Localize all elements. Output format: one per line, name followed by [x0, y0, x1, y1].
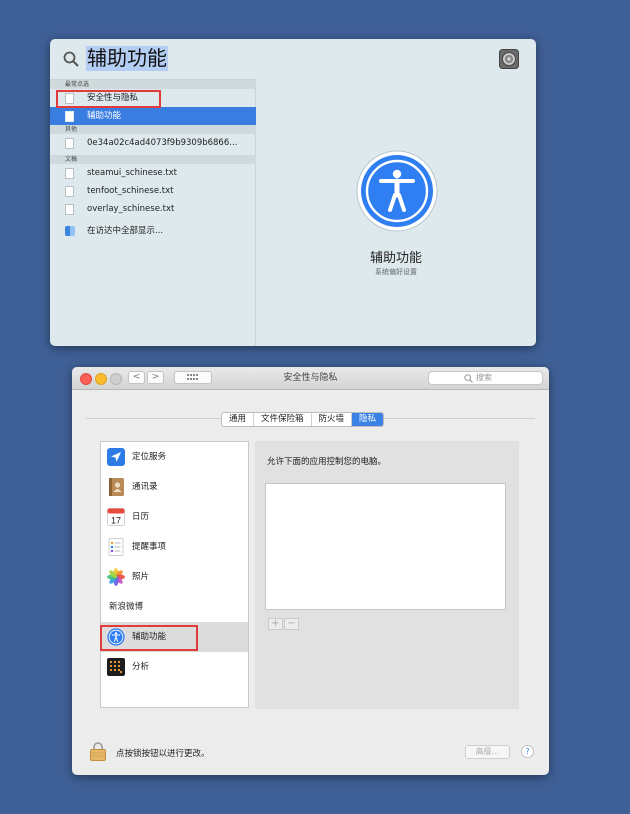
lock-icon[interactable]: [90, 741, 106, 761]
category-analytics[interactable]: 分析: [101, 652, 248, 682]
remove-app-button[interactable]: −: [284, 618, 299, 630]
category-calendar[interactable]: 17 日历: [101, 502, 248, 532]
analytics-icon: [107, 658, 125, 676]
advanced-button[interactable]: 高级...: [465, 745, 510, 759]
preview-subtitle: 系统偏好设置: [375, 268, 417, 276]
lock-hint-text: 点按锁按钮以进行更改。: [116, 749, 210, 759]
category-location-services[interactable]: 定位服务: [101, 442, 248, 472]
result-label: 辅助功能: [87, 111, 122, 121]
document-icon: [65, 186, 74, 197]
contacts-book-icon: [109, 478, 124, 496]
category-label: 新浪微博: [109, 602, 144, 612]
tab-bar: 通用 文件保险箱 防火墙 隐私: [221, 412, 385, 427]
result-security-privacy[interactable]: 安全性与隐私: [50, 89, 256, 107]
result-label: 在访达中全部显示...: [87, 226, 164, 236]
tab-privacy[interactable]: 隐私: [352, 413, 384, 426]
document-icon: [65, 168, 74, 179]
result-label: 0e34a02c4ad4073f9b9309b6866...: [87, 138, 238, 148]
result-hash-file[interactable]: 0e34a02c4ad4073f9b9309b6866...: [50, 134, 256, 152]
accessibility-icon: [107, 628, 125, 646]
search-icon: [464, 374, 473, 383]
location-arrow-icon: [107, 448, 125, 466]
group-header-documents: 文稿: [50, 155, 256, 164]
calendar-day: 17: [111, 516, 121, 526]
result-accessibility[interactable]: 辅助功能: [50, 107, 256, 125]
spotlight-results-list: 最常点选 安全性与隐私 辅助功能 其他 0e34a02c4ad4073f9b93…: [50, 79, 256, 346]
spotlight-search-bar: 辅助功能: [50, 39, 536, 79]
group-header-other: 其他: [50, 125, 256, 134]
search-placeholder: 搜索: [476, 373, 492, 382]
help-button[interactable]: ?: [521, 745, 534, 758]
category-label: 照片: [132, 572, 150, 582]
preview-title: 辅助功能: [369, 251, 422, 266]
result-label: steamui_schinese.txt: [87, 168, 178, 178]
spotlight-preview-pane: 辅助功能 系统偏好设置: [256, 79, 536, 346]
accessibility-icon: [356, 150, 438, 232]
system-preferences-gear-icon: [499, 49, 519, 69]
category-accessibility[interactable]: 辅助功能: [101, 622, 248, 652]
privacy-category-list: 定位服务 通讯录 17 日历 提醒事项 照片 新浪微博 辅助功能 分析: [100, 441, 249, 708]
category-label: 定位服务: [132, 452, 167, 462]
category-label: 日历: [132, 512, 150, 522]
document-icon: [65, 204, 74, 215]
category-label: 辅助功能: [132, 632, 167, 642]
prefpane-icon: [65, 111, 74, 122]
result-steamui[interactable]: steamui_schinese.txt: [50, 164, 256, 182]
category-label: 通讯录: [132, 482, 158, 492]
category-photos[interactable]: 照片: [101, 562, 248, 592]
tab-general[interactable]: 通用: [222, 413, 255, 426]
result-show-all-in-finder[interactable]: 在访达中全部显示...: [50, 222, 256, 240]
app-permission-pane: 允许下面的应用控制您的电脑。 + −: [255, 441, 519, 709]
category-label: 分析: [132, 662, 150, 672]
spotlight-query-input[interactable]: 辅助功能: [86, 46, 168, 71]
result-label: overlay_schinese.txt: [87, 204, 175, 214]
category-contacts[interactable]: 通讯录: [101, 472, 248, 502]
finder-icon: [65, 226, 75, 236]
result-tenfoot[interactable]: tenfoot_schinese.txt: [50, 182, 256, 200]
title-bar: < > 安全性与隐私 搜索: [72, 367, 549, 390]
category-reminders[interactable]: 提醒事项: [101, 532, 248, 562]
photos-icon: [107, 568, 125, 586]
search-input[interactable]: 搜索: [428, 371, 543, 385]
result-label: 安全性与隐私: [87, 93, 139, 103]
reminders-icon: [108, 538, 124, 556]
spotlight-window: 辅助功能 最常点选 安全性与隐私 辅助功能 其他 0e34a02c4ad4073…: [50, 39, 536, 346]
tab-firewall[interactable]: 防火墙: [312, 413, 353, 426]
document-icon: [65, 138, 74, 149]
prefpane-icon: [65, 93, 74, 104]
tab-filevault[interactable]: 文件保险箱: [254, 413, 312, 426]
allowed-apps-list[interactable]: [265, 483, 506, 610]
result-label: tenfoot_schinese.txt: [87, 186, 174, 196]
group-header-top-hits: 最常点选: [50, 80, 256, 89]
add-app-button[interactable]: +: [268, 618, 283, 630]
calendar-icon: 17: [107, 508, 125, 526]
category-label: 提醒事项: [132, 542, 167, 552]
magnifier-icon: [63, 51, 79, 67]
result-overlay[interactable]: overlay_schinese.txt: [50, 200, 256, 218]
permission-description: 允许下面的应用控制您的电脑。: [267, 457, 387, 467]
category-sina-weibo[interactable]: 新浪微博: [101, 592, 248, 622]
security-privacy-window: < > 安全性与隐私 搜索 通用 文件保险箱 防火墙 隐私 定位服务 通讯录 1…: [72, 367, 549, 775]
